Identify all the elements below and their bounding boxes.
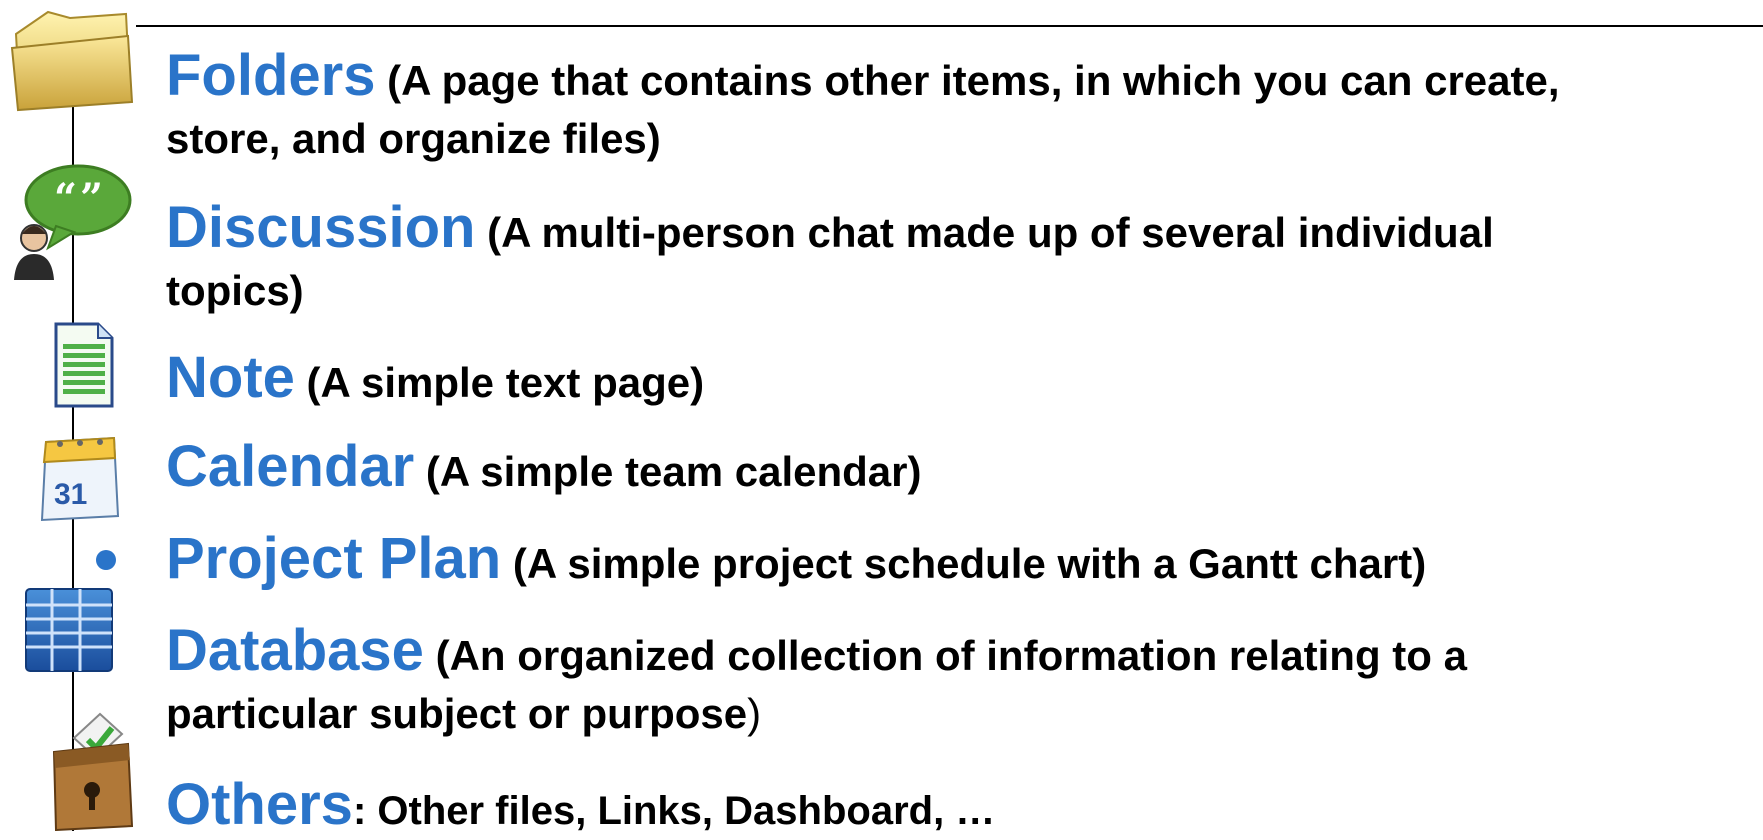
note-icon <box>52 320 116 410</box>
project-plan-bullet <box>96 550 116 570</box>
discussion-icon: “ ” <box>8 162 133 282</box>
item-title: Others <box>166 772 353 837</box>
item-desc: (A page that contains other items, in wh… <box>375 57 1560 104</box>
list-item-project-plan: Project Plan (A simple project schedule … <box>166 524 1757 594</box>
lockbox-icon <box>50 700 136 831</box>
list-item-folders: Folders (A page that contains other item… <box>166 41 1757 167</box>
item-title: Project Plan <box>166 526 502 591</box>
item-desc-cont: topics) <box>166 267 304 314</box>
item-desc: (A multi-person chat made up of several … <box>475 209 1494 256</box>
item-desc: (A simple project schedule with a Gantt … <box>501 540 1427 587</box>
item-desc: : Other files, Links, Dashboard, … <box>352 789 996 833</box>
item-title: Folders <box>166 43 376 108</box>
item-title: Database <box>166 618 424 683</box>
list-item-calendar: Calendar (A simple team calendar) <box>166 432 1757 502</box>
item-title: Discussion <box>166 195 476 260</box>
list-item-discussion: Discussion (A multi-person chat made up … <box>166 193 1757 319</box>
database-icon <box>22 585 116 675</box>
folder-icon <box>8 4 138 114</box>
item-desc: (An organized collection of information … <box>423 632 1467 679</box>
list-item-note: Note (A simple text page) <box>166 343 1757 413</box>
item-title: Note <box>166 345 295 410</box>
item-title: Calendar <box>166 434 415 499</box>
item-desc: (A simple team calendar) <box>414 448 922 495</box>
item-desc-cont: particular subject or purpose) <box>166 690 762 737</box>
svg-text:”: ” <box>80 175 103 222</box>
list-item-database: Database (An organized collection of inf… <box>166 616 1757 742</box>
item-desc-cont: store, and organize files) <box>166 115 661 162</box>
item-desc: (A simple text page) <box>294 359 705 406</box>
calendar-icon: 31 <box>38 432 122 524</box>
svg-text:“: “ <box>54 175 77 222</box>
list-item-others: Others: Other files, Links, Dashboard, … <box>166 770 1757 840</box>
top-rule <box>136 25 1763 27</box>
calendar-day: 31 <box>54 478 87 511</box>
